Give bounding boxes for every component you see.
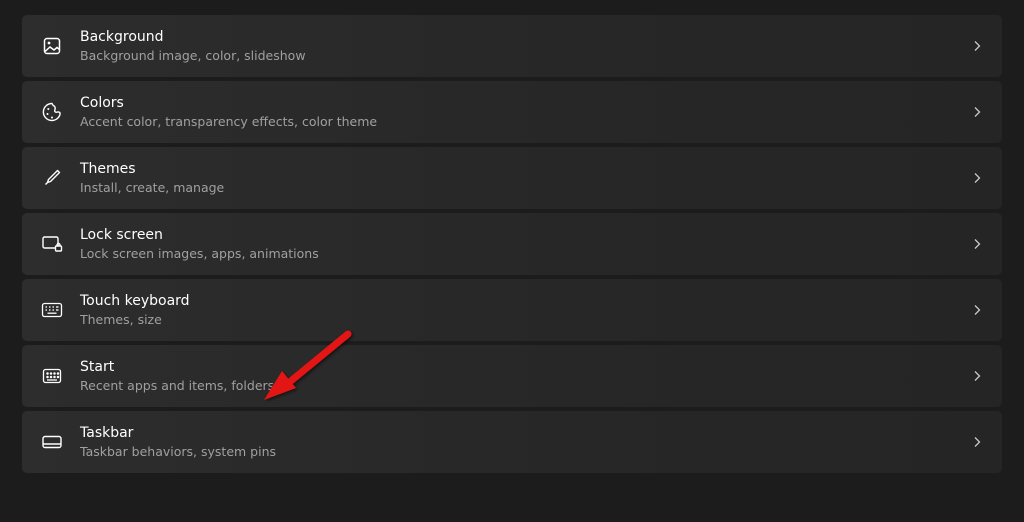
keyboard-icon [40,298,64,322]
taskbar-icon [40,430,64,454]
settings-row-subtitle: Background image, color, slideshow [80,48,306,64]
settings-row-title: Touch keyboard [80,292,190,310]
chevron-right-icon [970,39,984,53]
chevron-right-icon [970,105,984,119]
settings-row-text: Lock screen Lock screen images, apps, an… [80,226,319,262]
settings-row-subtitle: Themes, size [80,312,190,328]
settings-row-subtitle: Lock screen images, apps, animations [80,246,319,262]
settings-row-title: Lock screen [80,226,319,244]
lock-screen-icon [40,232,64,256]
settings-row-touch-keyboard[interactable]: Touch keyboard Themes, size [22,279,1002,341]
settings-row-text: Start Recent apps and items, folders [80,358,274,394]
settings-row-title: Colors [80,94,377,112]
settings-row-text: Taskbar Taskbar behaviors, system pins [80,424,276,460]
start-menu-icon [40,364,64,388]
settings-row-lock-screen[interactable]: Lock screen Lock screen images, apps, an… [22,213,1002,275]
chevron-right-icon [970,369,984,383]
chevron-right-icon [970,435,984,449]
settings-row-background[interactable]: Background Background image, color, slid… [22,15,1002,77]
settings-row-taskbar[interactable]: Taskbar Taskbar behaviors, system pins [22,411,1002,473]
settings-row-text: Colors Accent color, transparency effect… [80,94,377,130]
settings-row-title: Taskbar [80,424,276,442]
settings-row-title: Start [80,358,274,376]
settings-row-colors[interactable]: Colors Accent color, transparency effect… [22,81,1002,143]
settings-row-text: Touch keyboard Themes, size [80,292,190,328]
palette-icon [40,100,64,124]
chevron-right-icon [970,171,984,185]
settings-row-start[interactable]: Start Recent apps and items, folders [22,345,1002,407]
chevron-right-icon [970,303,984,317]
settings-row-title: Background [80,28,306,46]
paintbrush-icon [40,166,64,190]
picture-icon [40,34,64,58]
settings-row-subtitle: Recent apps and items, folders [80,378,274,394]
settings-row-title: Themes [80,160,224,178]
settings-row-text: Themes Install, create, manage [80,160,224,196]
settings-row-subtitle: Install, create, manage [80,180,224,196]
settings-row-subtitle: Accent color, transparency effects, colo… [80,114,377,130]
chevron-right-icon [970,237,984,251]
settings-row-subtitle: Taskbar behaviors, system pins [80,444,276,460]
settings-row-themes[interactable]: Themes Install, create, manage [22,147,1002,209]
settings-row-text: Background Background image, color, slid… [80,28,306,64]
